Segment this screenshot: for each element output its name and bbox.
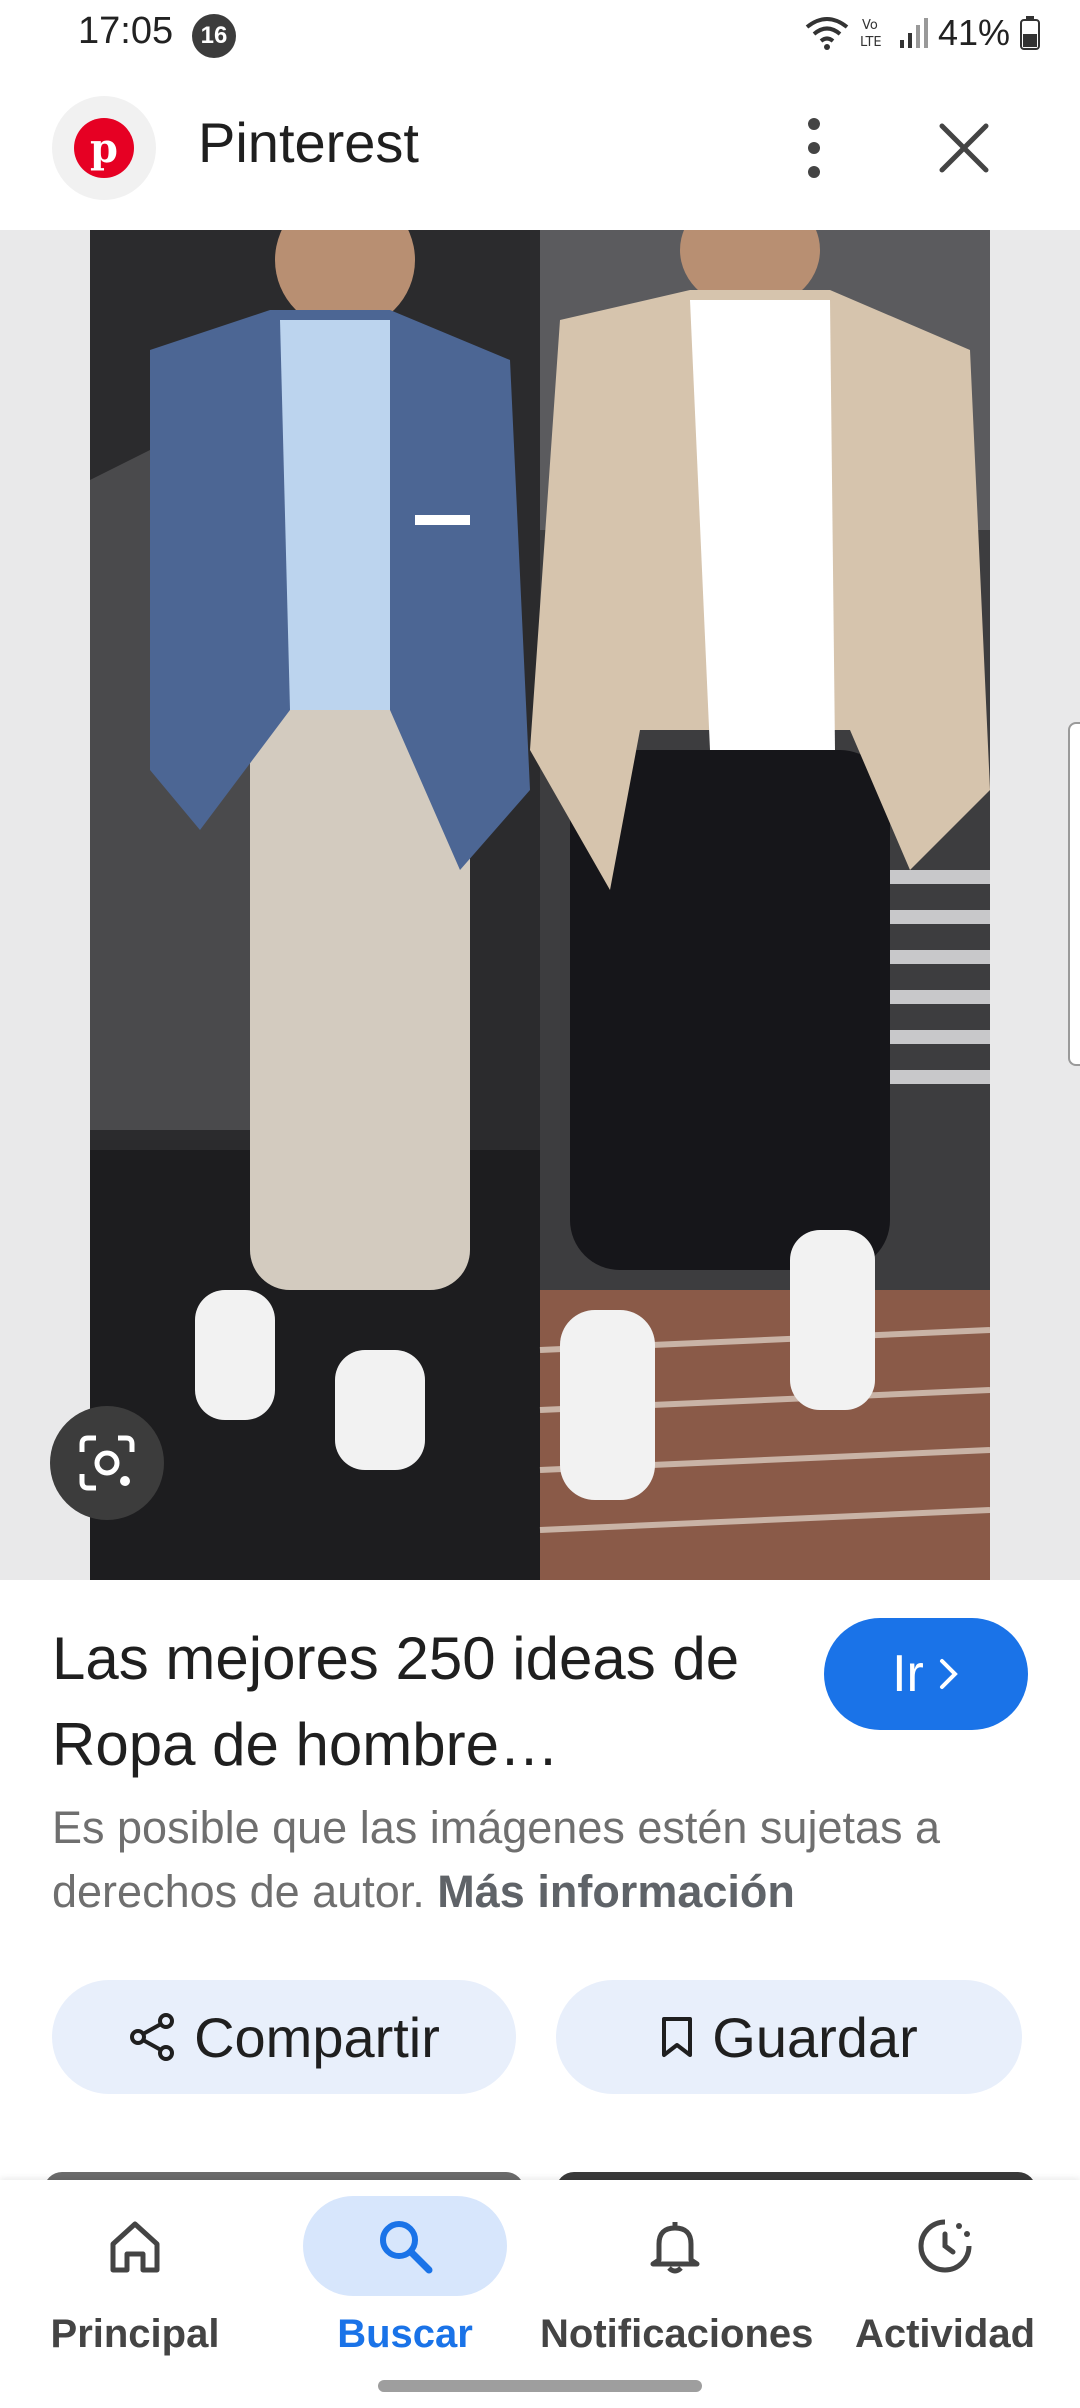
copyright-disclaimer: Es posible que las imágenes estén sujeta…: [52, 1796, 1042, 1924]
share-button[interactable]: Compartir: [52, 1980, 516, 2094]
nav-icon-wrap: [843, 2196, 1047, 2296]
nav-label-principal: Principal: [50, 2312, 220, 2356]
scroll-handle[interactable]: [1068, 722, 1080, 1066]
activity-icon: [918, 2219, 972, 2273]
battery-icon: [1020, 16, 1040, 50]
home-indicator[interactable]: [378, 2380, 702, 2392]
battery-percent: 41%: [937, 12, 1010, 53]
result-image-illustration: [90, 230, 990, 1580]
save-label: Guardar: [712, 2005, 918, 2069]
pinterest-icon: p: [74, 118, 134, 178]
notification-count-badge: 16: [192, 14, 236, 58]
home-icon: [110, 2221, 160, 2273]
header-title: Pinterest: [198, 111, 419, 174]
nav-item-actividad[interactable]: Actividad: [810, 2180, 1080, 2408]
image-preview-area: [0, 230, 1080, 1580]
app-header: p Pinterest: [0, 66, 1080, 230]
status-time: 17:05: [78, 10, 174, 52]
svg-text:Vo: Vo: [862, 18, 878, 33]
go-button[interactable]: Ir: [824, 1618, 1028, 1730]
result-title[interactable]: Las mejores 250 ideas de Ropa de hombre…: [52, 1616, 752, 1788]
bell-icon: [650, 2222, 700, 2274]
status-icons: Vo LTE 41%: [804, 12, 1040, 54]
status-bar: 17:05 16 Vo LTE 41%: [0, 0, 1080, 66]
share-icon: [130, 2013, 175, 2061]
go-button-label: Ir: [892, 1645, 924, 1703]
save-button[interactable]: Guardar: [556, 1980, 1022, 2094]
chevron-right-icon: [939, 1659, 958, 1689]
nav-icon-wrap: [33, 2196, 237, 2296]
volte-icon: Vo LTE: [860, 18, 882, 50]
google-lens-icon: [79, 1435, 135, 1491]
nav-item-buscar[interactable]: Buscar: [270, 2180, 540, 2408]
svg-text:LTE: LTE: [860, 35, 882, 50]
svg-text:p: p: [90, 125, 118, 172]
nav-label-notificaciones: Notificaciones: [540, 2312, 814, 2356]
search-icon: [380, 2221, 433, 2274]
bottom-navigation: Principal Buscar Notificaciones Activida…: [0, 2180, 1080, 2408]
more-vert-icon[interactable]: [790, 114, 838, 182]
result-image[interactable]: [90, 230, 990, 1580]
wifi-icon: [805, 17, 849, 50]
pinterest-logo[interactable]: p: [52, 96, 156, 200]
nav-label-actividad: Actividad: [854, 2312, 1036, 2356]
close-icon[interactable]: [934, 118, 994, 178]
bookmark-icon: [662, 2017, 693, 2057]
share-label: Compartir: [194, 2005, 440, 2069]
lens-search-button[interactable]: [50, 1406, 164, 1520]
signal-icon: [899, 18, 928, 48]
more-info-link[interactable]: Más información: [437, 1866, 795, 1917]
nav-item-notificaciones[interactable]: Notificaciones: [540, 2180, 814, 2408]
nav-icon-wrap: [573, 2196, 777, 2296]
nav-item-principal[interactable]: Principal: [0, 2180, 270, 2408]
nav-icon-wrap: [303, 2196, 507, 2296]
nav-label-buscar: Buscar: [337, 2312, 473, 2356]
